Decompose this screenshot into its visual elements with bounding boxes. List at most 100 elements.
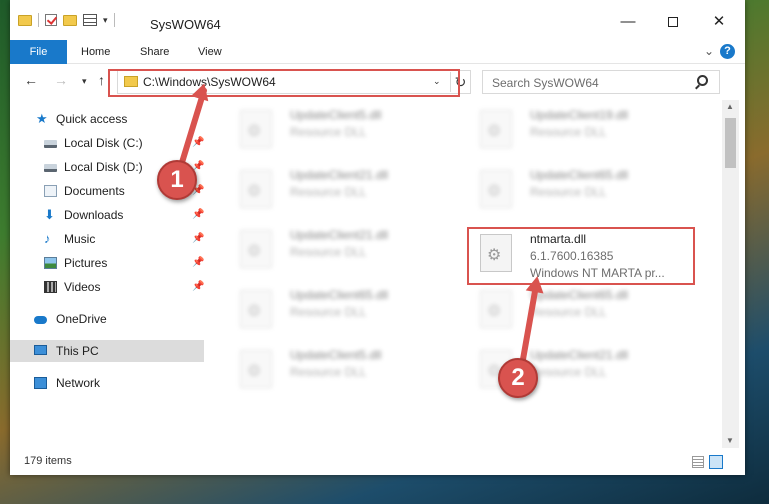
search-icon[interactable] <box>697 75 708 86</box>
sidebar-item-downloads[interactable]: ⬇ Downloads 📌 <box>10 204 204 226</box>
large-icons-view-icon[interactable] <box>709 455 723 469</box>
file-name: UpdateClient65.dll <box>530 288 629 302</box>
details-view-icon[interactable] <box>692 456 704 468</box>
properties-icon[interactable] <box>83 14 97 26</box>
pc-icon <box>34 345 47 355</box>
file-type: Resource DLL <box>530 365 607 379</box>
expand-ribbon-icon[interactable]: ⌄ <box>704 44 714 58</box>
sidebar-item-this-pc[interactable]: This PC <box>10 340 204 362</box>
sidebar-item-videos[interactable]: Videos 📌 <box>10 276 204 298</box>
item-count: 179 items <box>24 455 72 467</box>
tab-share[interactable]: Share <box>140 40 169 64</box>
search-box[interactable]: Search SysWOW64 <box>482 70 720 94</box>
sidebar-item-label: Videos <box>64 280 101 294</box>
drive-icon <box>44 140 57 148</box>
file-type: Resource DLL <box>290 365 367 379</box>
file-name: UpdateClient21.dll <box>290 168 389 182</box>
file-name: UpdateClient21.dll <box>530 348 629 362</box>
pictures-icon <box>44 257 57 269</box>
tab-file[interactable]: File <box>10 40 67 64</box>
sidebar-item-label: Network <box>56 376 101 390</box>
maximize-icon <box>668 17 678 28</box>
folder-icon[interactable] <box>18 14 32 26</box>
file-item[interactable]: UpdateClient21.dll Resource DLL <box>226 164 446 218</box>
file-item[interactable]: UpdateClient65.dll Resource DLL <box>226 284 446 338</box>
sidebar-item-pictures[interactable]: Pictures 📌 <box>10 252 204 274</box>
chevron-down-icon[interactable]: ▾ <box>103 15 108 26</box>
search-input[interactable]: Search SysWOW64 <box>492 76 599 90</box>
tab-view[interactable]: View <box>198 40 222 64</box>
dll-file-icon <box>240 290 272 328</box>
sidebar-item-label: This PC <box>56 344 99 358</box>
sidebar-item-onedrive[interactable]: OneDrive <box>10 308 204 330</box>
pin-icon[interactable]: 📌 <box>192 132 204 154</box>
close-button[interactable]: ✕ <box>696 10 742 34</box>
scroll-down-icon[interactable]: ▼ <box>726 436 734 445</box>
title-bar: ▾ SysWOW64 — ✕ <box>10 0 745 34</box>
pin-icon[interactable]: 📌 <box>192 276 204 298</box>
dll-file-icon <box>240 230 272 268</box>
recent-locations-chevron-icon[interactable]: ▾ <box>82 76 87 87</box>
scrollbar-thumb[interactable] <box>725 118 736 168</box>
file-type: Resource DLL <box>290 245 367 259</box>
file-item[interactable]: UpdateClient5.dll Resource DLL <box>226 344 446 398</box>
back-arrow-icon[interactable]: ← <box>24 72 38 88</box>
file-type: Resource DLL <box>290 185 367 199</box>
ribbon-tabs: File Home Share View ⌄ ? <box>10 40 745 64</box>
dll-file-icon <box>480 110 512 148</box>
sidebar-item-music[interactable]: ♪ Music 📌 <box>10 228 204 250</box>
sidebar-item-network[interactable]: Network <box>10 372 204 394</box>
file-item[interactable]: UpdateClient19.dll Resource DLL <box>466 104 686 158</box>
up-arrow-icon[interactable]: ↑ <box>98 72 105 88</box>
file-item[interactable]: UpdateClient65.dll Resource DLL <box>466 284 686 338</box>
file-type: Resource DLL <box>530 185 607 199</box>
file-name: UpdateClient19.dll <box>530 108 629 122</box>
sidebar-item-label: OneDrive <box>56 312 107 326</box>
videos-icon <box>44 281 57 293</box>
minimize-button[interactable]: — <box>605 10 651 34</box>
file-name: UpdateClient21.dll <box>290 228 389 242</box>
file-name: UpdateClient65.dll <box>290 288 389 302</box>
quick-access-toolbar: ▾ <box>18 13 115 27</box>
file-type: Resource DLL <box>530 125 607 139</box>
vertical-scrollbar[interactable]: ▲ ▼ <box>722 100 739 448</box>
file-item[interactable]: UpdateClient65.dll Resource DLL <box>466 164 686 218</box>
maximize-button[interactable] <box>650 10 696 34</box>
dll-file-icon <box>240 170 272 208</box>
help-icon[interactable]: ? <box>720 44 735 59</box>
new-folder-icon[interactable] <box>63 14 77 26</box>
window-title: SysWOW64 <box>150 17 221 32</box>
dll-file-icon <box>480 170 512 208</box>
properties-check-icon[interactable] <box>45 14 57 26</box>
sidebar-item-label: Music <box>64 232 96 246</box>
forward-arrow-icon[interactable]: → <box>54 72 68 88</box>
separator <box>113 13 115 27</box>
scroll-up-icon[interactable]: ▲ <box>726 102 734 111</box>
sidebar-item-label: Quick access <box>56 112 128 126</box>
dll-file-icon <box>240 350 272 388</box>
network-icon <box>34 377 47 389</box>
file-name: UpdateClient65.dll <box>530 168 629 182</box>
star-icon: ★ <box>36 111 48 126</box>
pin-icon[interactable]: 📌 <box>192 252 204 274</box>
sidebar-item-label: Local Disk (D:) <box>64 160 143 174</box>
file-name: UpdateClient5.dll <box>290 348 382 362</box>
file-item[interactable]: UpdateClient5.dll Resource DLL <box>226 104 446 158</box>
sidebar-item-quick-access[interactable]: ★ Quick access <box>10 108 204 130</box>
documents-icon <box>44 185 57 197</box>
drive-icon <box>44 164 57 172</box>
file-type: Resource DLL <box>530 305 607 319</box>
file-name: UpdateClient5.dll <box>290 108 382 122</box>
sidebar-item-label: Pictures <box>64 256 108 270</box>
file-type: Resource DLL <box>290 125 367 139</box>
downloads-icon: ⬇ <box>44 207 55 222</box>
address-highlight-box <box>108 69 460 97</box>
navigation-pane: ★ Quick access Local Disk (C:) 📌 Local D… <box>10 100 206 448</box>
step-2-callout: 2 <box>498 358 538 398</box>
file-item[interactable]: UpdateClient21.dll Resource DLL <box>226 224 446 278</box>
pin-icon[interactable]: 📌 <box>192 228 204 250</box>
pin-icon[interactable]: 📌 <box>192 204 204 226</box>
tab-home[interactable]: Home <box>81 40 110 64</box>
sidebar-item-local-disk-c[interactable]: Local Disk (C:) 📌 <box>10 132 204 154</box>
callout-arrowhead <box>525 274 547 294</box>
